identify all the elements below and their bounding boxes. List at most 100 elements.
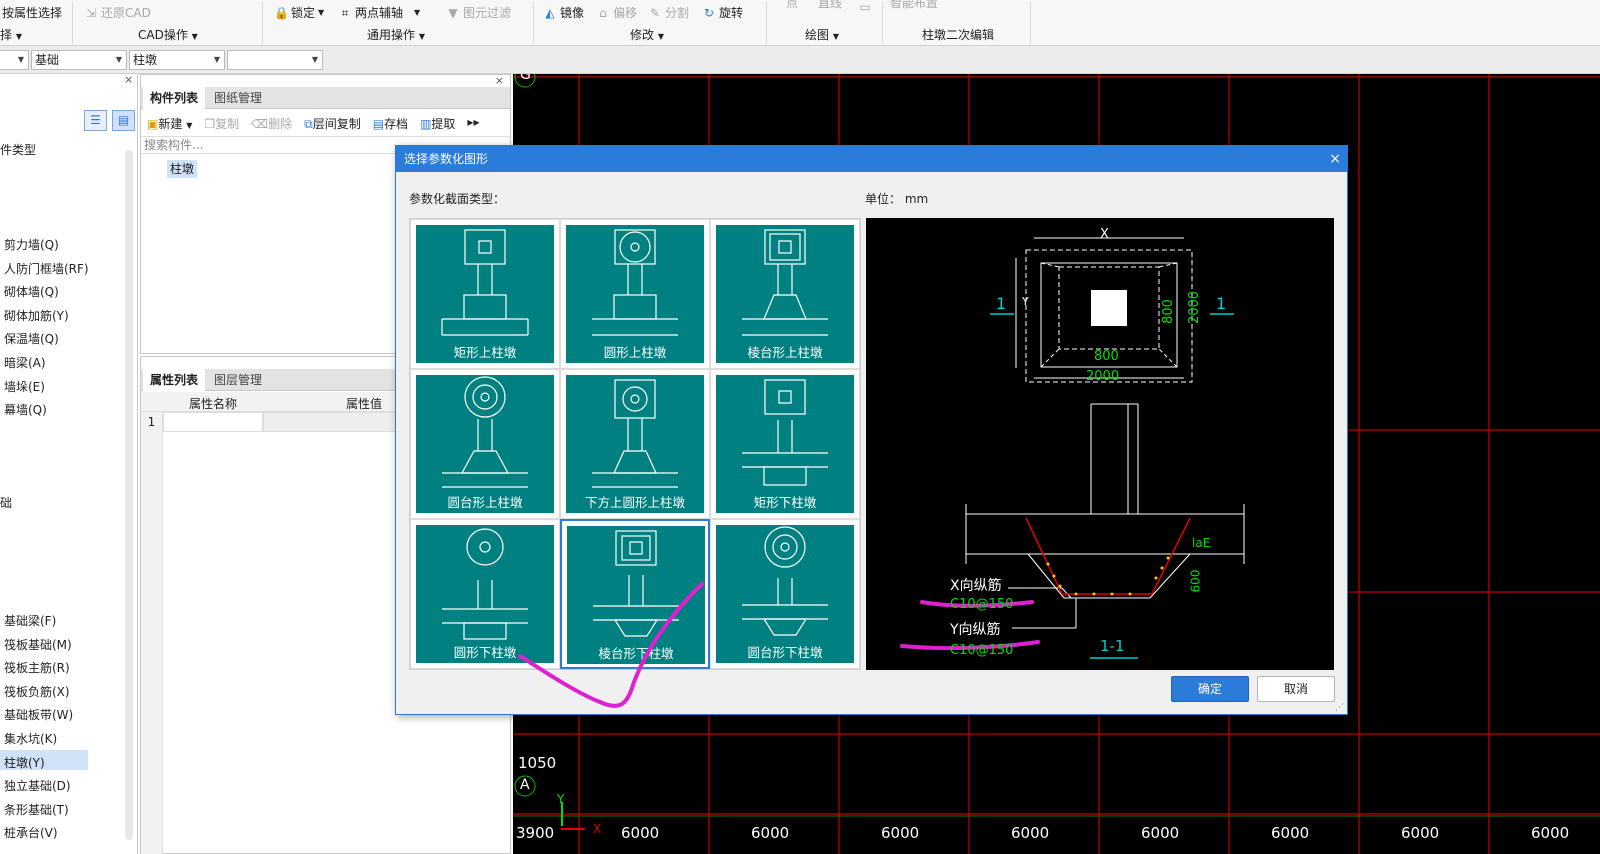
- tree-item[interactable]: 暗梁(A): [4, 354, 46, 371]
- y-rebar-spec: C10@150: [950, 643, 1014, 658]
- shape-thumbnail: 棱台形上柱墩: [716, 225, 854, 363]
- group-draw-label[interactable]: 绘图 ▼: [805, 26, 839, 43]
- ribbon-divider: [262, 2, 263, 44]
- shape-thumbnail: 圆台形下柱墩: [716, 525, 854, 663]
- shape-option[interactable]: 矩形上柱墩: [410, 219, 560, 369]
- point-button[interactable]: 点: [786, 0, 798, 11]
- group-modify-label[interactable]: 修改 ▼: [630, 26, 664, 43]
- tree-item[interactable]: 基础梁(F): [4, 612, 56, 629]
- shape-option[interactable]: 下方上圆形上柱墩: [560, 369, 710, 519]
- resize-grip-icon[interactable]: ⋰: [1335, 703, 1344, 713]
- tree-scrollbar[interactable]: [125, 150, 133, 840]
- offset-button[interactable]: ⌂ 偏移: [596, 4, 637, 21]
- dimension-800-vertical: 800: [1160, 299, 1176, 324]
- group-select-label[interactable]: 择 ▼: [0, 26, 22, 43]
- shape-thumbnail: 圆形下柱墩: [416, 525, 554, 663]
- tab-component-list[interactable]: 构件列表: [143, 87, 206, 109]
- card-view-icon[interactable]: ▤: [112, 110, 135, 131]
- property-name-cell[interactable]: [163, 412, 263, 432]
- restore-cad-button[interactable]: ⇲ 还原CAD: [84, 4, 151, 21]
- tree-item[interactable]: 砌体墙(Q): [4, 283, 59, 300]
- tree-item[interactable]: 条形基础(T): [4, 801, 69, 818]
- lae-label: laE: [1192, 536, 1211, 550]
- tree-item[interactable]: 墙垛(E): [4, 378, 45, 395]
- x-axis-label: X: [593, 822, 602, 836]
- ribbon-divider: [1030, 2, 1031, 44]
- tree-item[interactable]: 人防门框墙(RF): [4, 260, 89, 277]
- type-select[interactable]: 柱墩 ▼: [129, 50, 225, 70]
- shape-option[interactable]: 圆台形下柱墩: [710, 519, 860, 669]
- component-type-tree: × ☰ ▤ 件类型 剪力墙(Q) 人防门框墙(RF) 砌体墙(Q) 砌体加筋(Y) 保温…: [0, 73, 138, 854]
- cancel-button[interactable]: 取消: [1257, 676, 1335, 702]
- copy-button[interactable]: ❐复制: [204, 115, 239, 132]
- new-button[interactable]: ▣新建 ▼: [147, 115, 192, 132]
- shape-option[interactable]: 棱台形下柱墩: [560, 519, 710, 669]
- group-pier-edit-label: 柱墩二次编辑: [922, 28, 995, 42]
- dimension-800-horizontal: 800: [1094, 349, 1119, 364]
- group-cad-ops-label[interactable]: CAD操作 ▼: [138, 26, 198, 43]
- filter-icon: ▼: [448, 5, 458, 20]
- tree-item[interactable]: 集水坑(K): [4, 730, 57, 747]
- list-view-icon[interactable]: ☰: [84, 110, 107, 131]
- tree-item[interactable]: 柱墩(Y): [4, 754, 45, 771]
- tree-item[interactable]: 筏板主筋(R): [4, 659, 70, 676]
- item-select[interactable]: ▼: [227, 50, 323, 70]
- tree-item[interactable]: 桩承台(V): [4, 824, 58, 841]
- tree-item[interactable]: 筏板基础(M): [4, 636, 72, 653]
- dimension-label: 6000: [1401, 824, 1440, 842]
- ok-button[interactable]: 确定: [1171, 676, 1249, 702]
- axis-label-g: G: [520, 74, 531, 83]
- shape-label: 棱台形上柱墩: [747, 345, 823, 360]
- split-button[interactable]: ✎ 分割: [648, 4, 689, 21]
- extract-button[interactable]: ▥提取: [420, 115, 455, 132]
- two-point-aux-axis-button[interactable]: ⌗ 两点辅轴 ▼: [338, 4, 421, 21]
- tab-layer-management[interactable]: 图层管理: [207, 369, 269, 391]
- ucs-x-arrow: [561, 828, 585, 830]
- shape-option[interactable]: 圆形下柱墩: [410, 519, 560, 669]
- tree-item[interactable]: 筏板负筋(X): [4, 683, 70, 700]
- shape-label: 矩形上柱墩: [453, 345, 517, 360]
- shape-option[interactable]: 圆台形上柱墩: [410, 369, 560, 519]
- close-icon[interactable]: ×: [495, 74, 504, 87]
- tree-item[interactable]: 独立基础(D): [4, 777, 71, 794]
- shape-option[interactable]: 矩形下柱墩: [710, 369, 860, 519]
- new-icon: ▣: [147, 117, 159, 131]
- delete-button[interactable]: ⌫删除: [251, 115, 292, 132]
- floor-copy-icon: ⧉: [304, 117, 313, 131]
- preview-drawing: [900, 237, 1245, 659]
- tree-item[interactable]: 基础板带(W): [4, 706, 73, 723]
- smart-layout-button[interactable]: 智能布置: [890, 0, 938, 11]
- shape-option[interactable]: 棱台形上柱墩: [710, 219, 860, 369]
- lock-button[interactable]: 🔒 锁定 ▼: [274, 4, 324, 21]
- component-tabs: 构件列表 图纸管理: [141, 87, 510, 109]
- rectangle-icon[interactable]: ▭: [858, 0, 872, 14]
- tree-item[interactable]: 保温墙(Q): [4, 330, 59, 347]
- tab-property-list[interactable]: 属性列表: [143, 369, 206, 391]
- category-select[interactable]: 基础 ▼: [31, 50, 127, 70]
- line-button[interactable]: 直线: [818, 0, 842, 11]
- floor-select[interactable]: ▼: [0, 50, 29, 70]
- select-by-attribute-button[interactable]: 按属性选择: [2, 4, 62, 21]
- save-button[interactable]: ▤存档: [373, 115, 408, 132]
- tree-item[interactable]: 砌体加筋(Y): [4, 307, 69, 324]
- dimension-600: 600: [1188, 569, 1203, 593]
- shape-label: 矩形下柱墩: [753, 495, 817, 510]
- close-icon[interactable]: ×: [124, 73, 133, 86]
- tree-item[interactable]: 剪力墙(Q): [4, 236, 59, 253]
- dimension-label: 6000: [1011, 824, 1050, 842]
- mirror-button[interactable]: ◭ 镜像: [543, 4, 584, 21]
- shape-option[interactable]: 圆形上柱墩: [560, 219, 710, 369]
- rotate-button[interactable]: ↻ 旋转: [702, 4, 743, 21]
- more-icon[interactable]: ▸▸: [467, 115, 479, 132]
- tab-drawing-management[interactable]: 图纸管理: [207, 87, 269, 109]
- shape-label: 圆形上柱墩: [603, 345, 667, 360]
- floor-copy-button[interactable]: ⧉层间复制: [304, 115, 361, 132]
- component-item[interactable]: 柱墩: [167, 160, 198, 178]
- ucs-y-arrow: [561, 802, 563, 826]
- tree-item[interactable]: 幕墙(Q): [4, 401, 47, 418]
- column-property-value: 属性值: [346, 397, 383, 411]
- close-icon[interactable]: ×: [1329, 146, 1341, 172]
- group-common-ops-label[interactable]: 通用操作 ▼: [367, 26, 425, 43]
- element-filter-button[interactable]: ▼ 图元过滤: [446, 4, 511, 21]
- dimension-2000-horizontal: 2000: [1086, 369, 1120, 384]
